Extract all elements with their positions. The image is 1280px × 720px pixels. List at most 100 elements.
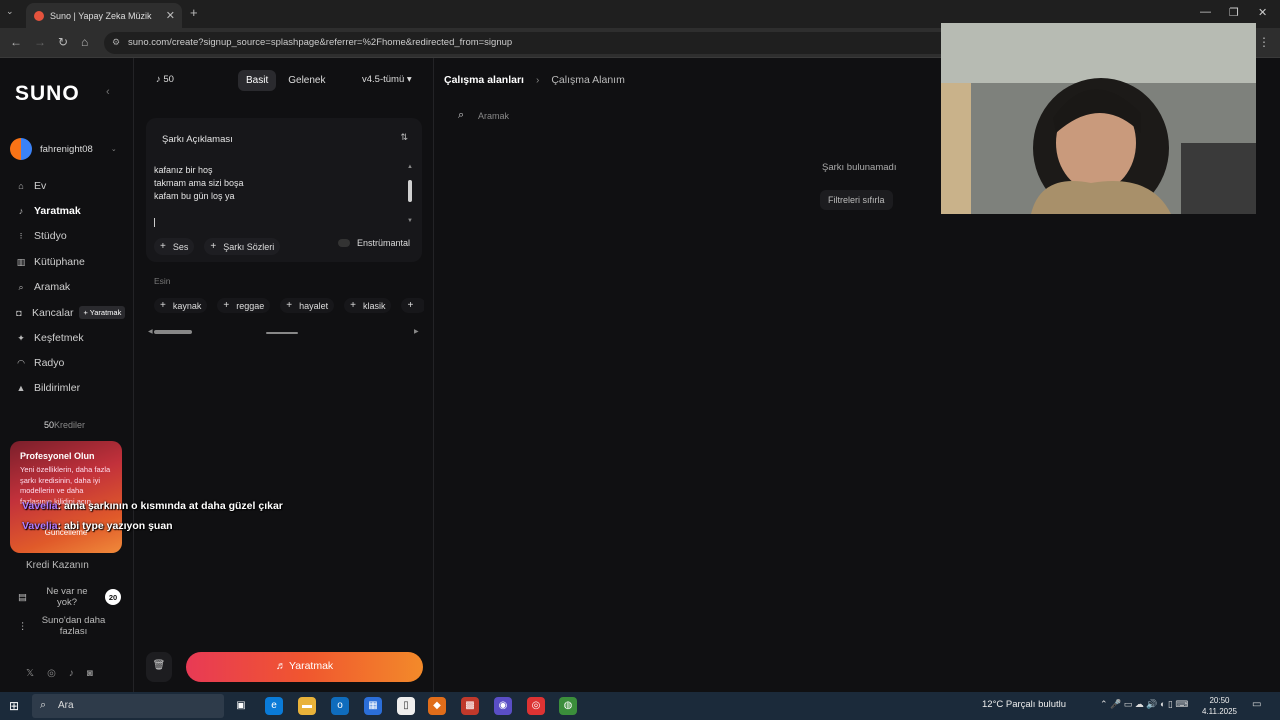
clear-trash-button[interactable]: 🗑 [146, 652, 172, 682]
chip-label: Ses [172, 241, 189, 252]
lyrics-toggle-icon[interactable]: ⇅ [400, 132, 408, 143]
sidebar: SUNO ‹ fahrenight08 ⌄ ⌂ Ev ♪ Yaratmak ⁝ … [0, 58, 134, 692]
taskbar-search[interactable]: ⌕ Ara [32, 694, 224, 718]
username: fahrenight08 [40, 143, 93, 155]
breadcrumb-workspaces[interactable]: Çalışma alanları [444, 74, 524, 86]
hooks-create-badge[interactable]: + Yaratmak [79, 306, 126, 319]
clock[interactable]: 20:50 4.11.2025 [1202, 695, 1237, 717]
new-tab-plus-icon[interactable]: + [190, 5, 198, 20]
back-arrow-icon[interactable]: ← [10, 35, 22, 49]
obs-icon[interactable]: ◎ [527, 697, 545, 715]
discord-app-icon[interactable]: ◉ [494, 697, 512, 715]
notepad-icon[interactable]: ▯ [397, 697, 415, 715]
music-note-icon: ♪ [18, 206, 24, 216]
bell-icon: ▲ [16, 383, 26, 393]
sidebar-item-explore[interactable]: ✦ Keşfetmek [16, 332, 83, 344]
tag-chip[interactable]: + [401, 298, 424, 313]
add-voice-chip[interactable]: + Ses [154, 238, 195, 255]
sidebar-item-create[interactable]: ♪ Yaratmak [16, 205, 81, 217]
reload-icon[interactable]: ↻ [58, 35, 68, 49]
pro-title: Profesyonel Olun [20, 451, 95, 461]
music-note-icon: ♬ [275, 660, 287, 672]
task-view-icon[interactable]: ▣ [232, 697, 250, 715]
tags-scrollbar-thumb[interactable] [154, 330, 192, 334]
close-tab-icon[interactable]: ✕ [166, 9, 175, 22]
chevron-down-icon: ⌄ [110, 146, 117, 153]
tag-chip[interactable]: + klasik [344, 298, 392, 313]
brave-icon[interactable]: ◆ [428, 697, 446, 715]
panel-resize-handle[interactable] [266, 332, 298, 334]
tab-custom[interactable]: Gelenek [280, 70, 333, 91]
tag-chip[interactable]: + hayalet [280, 298, 335, 313]
create-button[interactable]: ♬ Yaratmak [186, 652, 423, 682]
sidebar-item-label: Aramak [34, 281, 71, 293]
toggle-switch[interactable] [338, 239, 350, 247]
scroll-down-arrow-icon[interactable]: ▼ [407, 218, 413, 224]
scroll-right-arrow-icon[interactable]: ▶ [414, 328, 419, 335]
sidebar-item-notifications[interactable]: ▲ Bildirimler [16, 382, 81, 394]
discord-icon[interactable]: ◙ [87, 668, 93, 679]
chat-text: : ama şarkının o kısmında at daha güzel … [57, 500, 283, 512]
add-lyrics-chip[interactable]: + Şarkı Sözleri [204, 238, 281, 255]
x-icon[interactable]: 𝕏 [26, 668, 34, 679]
weather-widget[interactable]: 12°C Parçalı bulutlu [982, 699, 1066, 710]
outlook-icon[interactable]: o [331, 697, 349, 715]
home-button-icon[interactable]: ⌂ [81, 35, 88, 49]
notifications-icon[interactable]: ▭ [1252, 699, 1261, 710]
model-version-label: v4.5-tümü [362, 74, 405, 85]
chat-username: Vavelia [22, 500, 58, 512]
model-version-select[interactable]: v4.5-tümü ▾ [362, 74, 412, 85]
browser-menu-icon[interactable]: ⋮ [1258, 35, 1270, 49]
chat-username: Vavelia [22, 520, 58, 532]
scroll-left-arrow-icon[interactable]: ◀ [148, 328, 153, 335]
plus-icon: + [160, 300, 166, 311]
instrumental-toggle[interactable]: Enstrümantal [338, 238, 410, 248]
store-icon[interactable]: ▦ [364, 697, 382, 715]
tag-chip[interactable]: + kaynak [154, 298, 208, 313]
plus-icon: + [210, 241, 217, 252]
file-explorer-icon[interactable]: ▬ [298, 697, 316, 715]
lyrics-textarea[interactable]: kafanız bir hoş takmam ama sizi boşa kaf… [154, 164, 244, 203]
chat-message: Vavelia: ama şarkının o kısmında at daha… [22, 500, 283, 512]
whats-new-link[interactable]: ▤ Ne var ne yok? 20 [18, 586, 121, 608]
app-icon[interactable]: ▩ [461, 697, 479, 715]
search-icon: ⌕ [18, 281, 24, 292]
reset-filters-button[interactable]: Filtreleri sıfırla [820, 190, 893, 210]
collapse-sidebar-chevron-icon[interactable]: ‹ [106, 86, 110, 98]
text-caret [154, 218, 155, 227]
sidebar-item-radio[interactable]: ◠ Radyo [16, 357, 64, 369]
forward-arrow-icon[interactable]: → [34, 35, 46, 49]
sidebar-item-hooks[interactable]: ◘ Kancalar + Yaratmak [14, 306, 126, 319]
tray-icons: ⌃ 🎤 ▭ ☁ 🔊 ◐ ▯ ⌨ [1100, 699, 1189, 709]
earn-credits-link[interactable]: Kredi Kazanın [18, 560, 89, 571]
sidebar-item-search[interactable]: ⌕ Aramak [16, 281, 70, 293]
credits-counter: 50Krediler [44, 420, 85, 430]
tab-search-chevron-icon[interactable]: ⌄ [6, 6, 14, 17]
sidebar-item-studio[interactable]: ⁝ Stüdyo [16, 230, 67, 242]
plus-icon: + [160, 241, 166, 252]
go-pro-card[interactable]: Profesyonel Olun Yeni özelliklerin, daha… [10, 441, 122, 553]
sidebar-item-library[interactable]: ▥ Kütüphane [16, 256, 85, 268]
instagram-icon[interactable]: ◎ [47, 668, 56, 679]
sidebar-item-home[interactable]: ⌂ Ev [16, 180, 46, 192]
maximize-icon[interactable]: ❐ [1229, 6, 1239, 19]
user-menu[interactable]: fahrenight08 ⌄ [10, 138, 117, 160]
edge-icon[interactable]: e [265, 697, 283, 715]
suno-logo[interactable]: SUNO [15, 82, 80, 106]
site-info-icon[interactable]: ⚙ [112, 37, 120, 48]
windows-start-icon[interactable]: ⊞ [9, 699, 19, 713]
browser-tab-suno[interactable]: Suno | Yapay Zeka Müzik ✕ [26, 3, 182, 28]
system-tray[interactable]: ⌃ 🎤 ▭ ☁ 🔊 ◐ ▯ ⌨ [1100, 699, 1188, 710]
scroll-up-arrow-icon[interactable]: ▲ [407, 164, 413, 170]
tag-chip[interactable]: + reggae [217, 298, 271, 313]
tab-simple[interactable]: Basit [238, 70, 277, 91]
minimize-icon[interactable]: — [1200, 6, 1211, 18]
lyrics-scrollbar-thumb[interactable] [408, 180, 412, 202]
credits-chip[interactable]: ♪ 50 [156, 74, 174, 85]
tag-label: hayalet [299, 300, 329, 311]
chrome-icon[interactable]: ◍ [559, 697, 577, 715]
close-window-icon[interactable]: ✕ [1258, 6, 1267, 19]
sidebar-item-label: Radyo [34, 357, 65, 369]
tiktok-icon[interactable]: ♪ [69, 668, 74, 679]
more-from-suno-link[interactable]: ⋮ Suno'dan daha fazlası [18, 615, 114, 637]
